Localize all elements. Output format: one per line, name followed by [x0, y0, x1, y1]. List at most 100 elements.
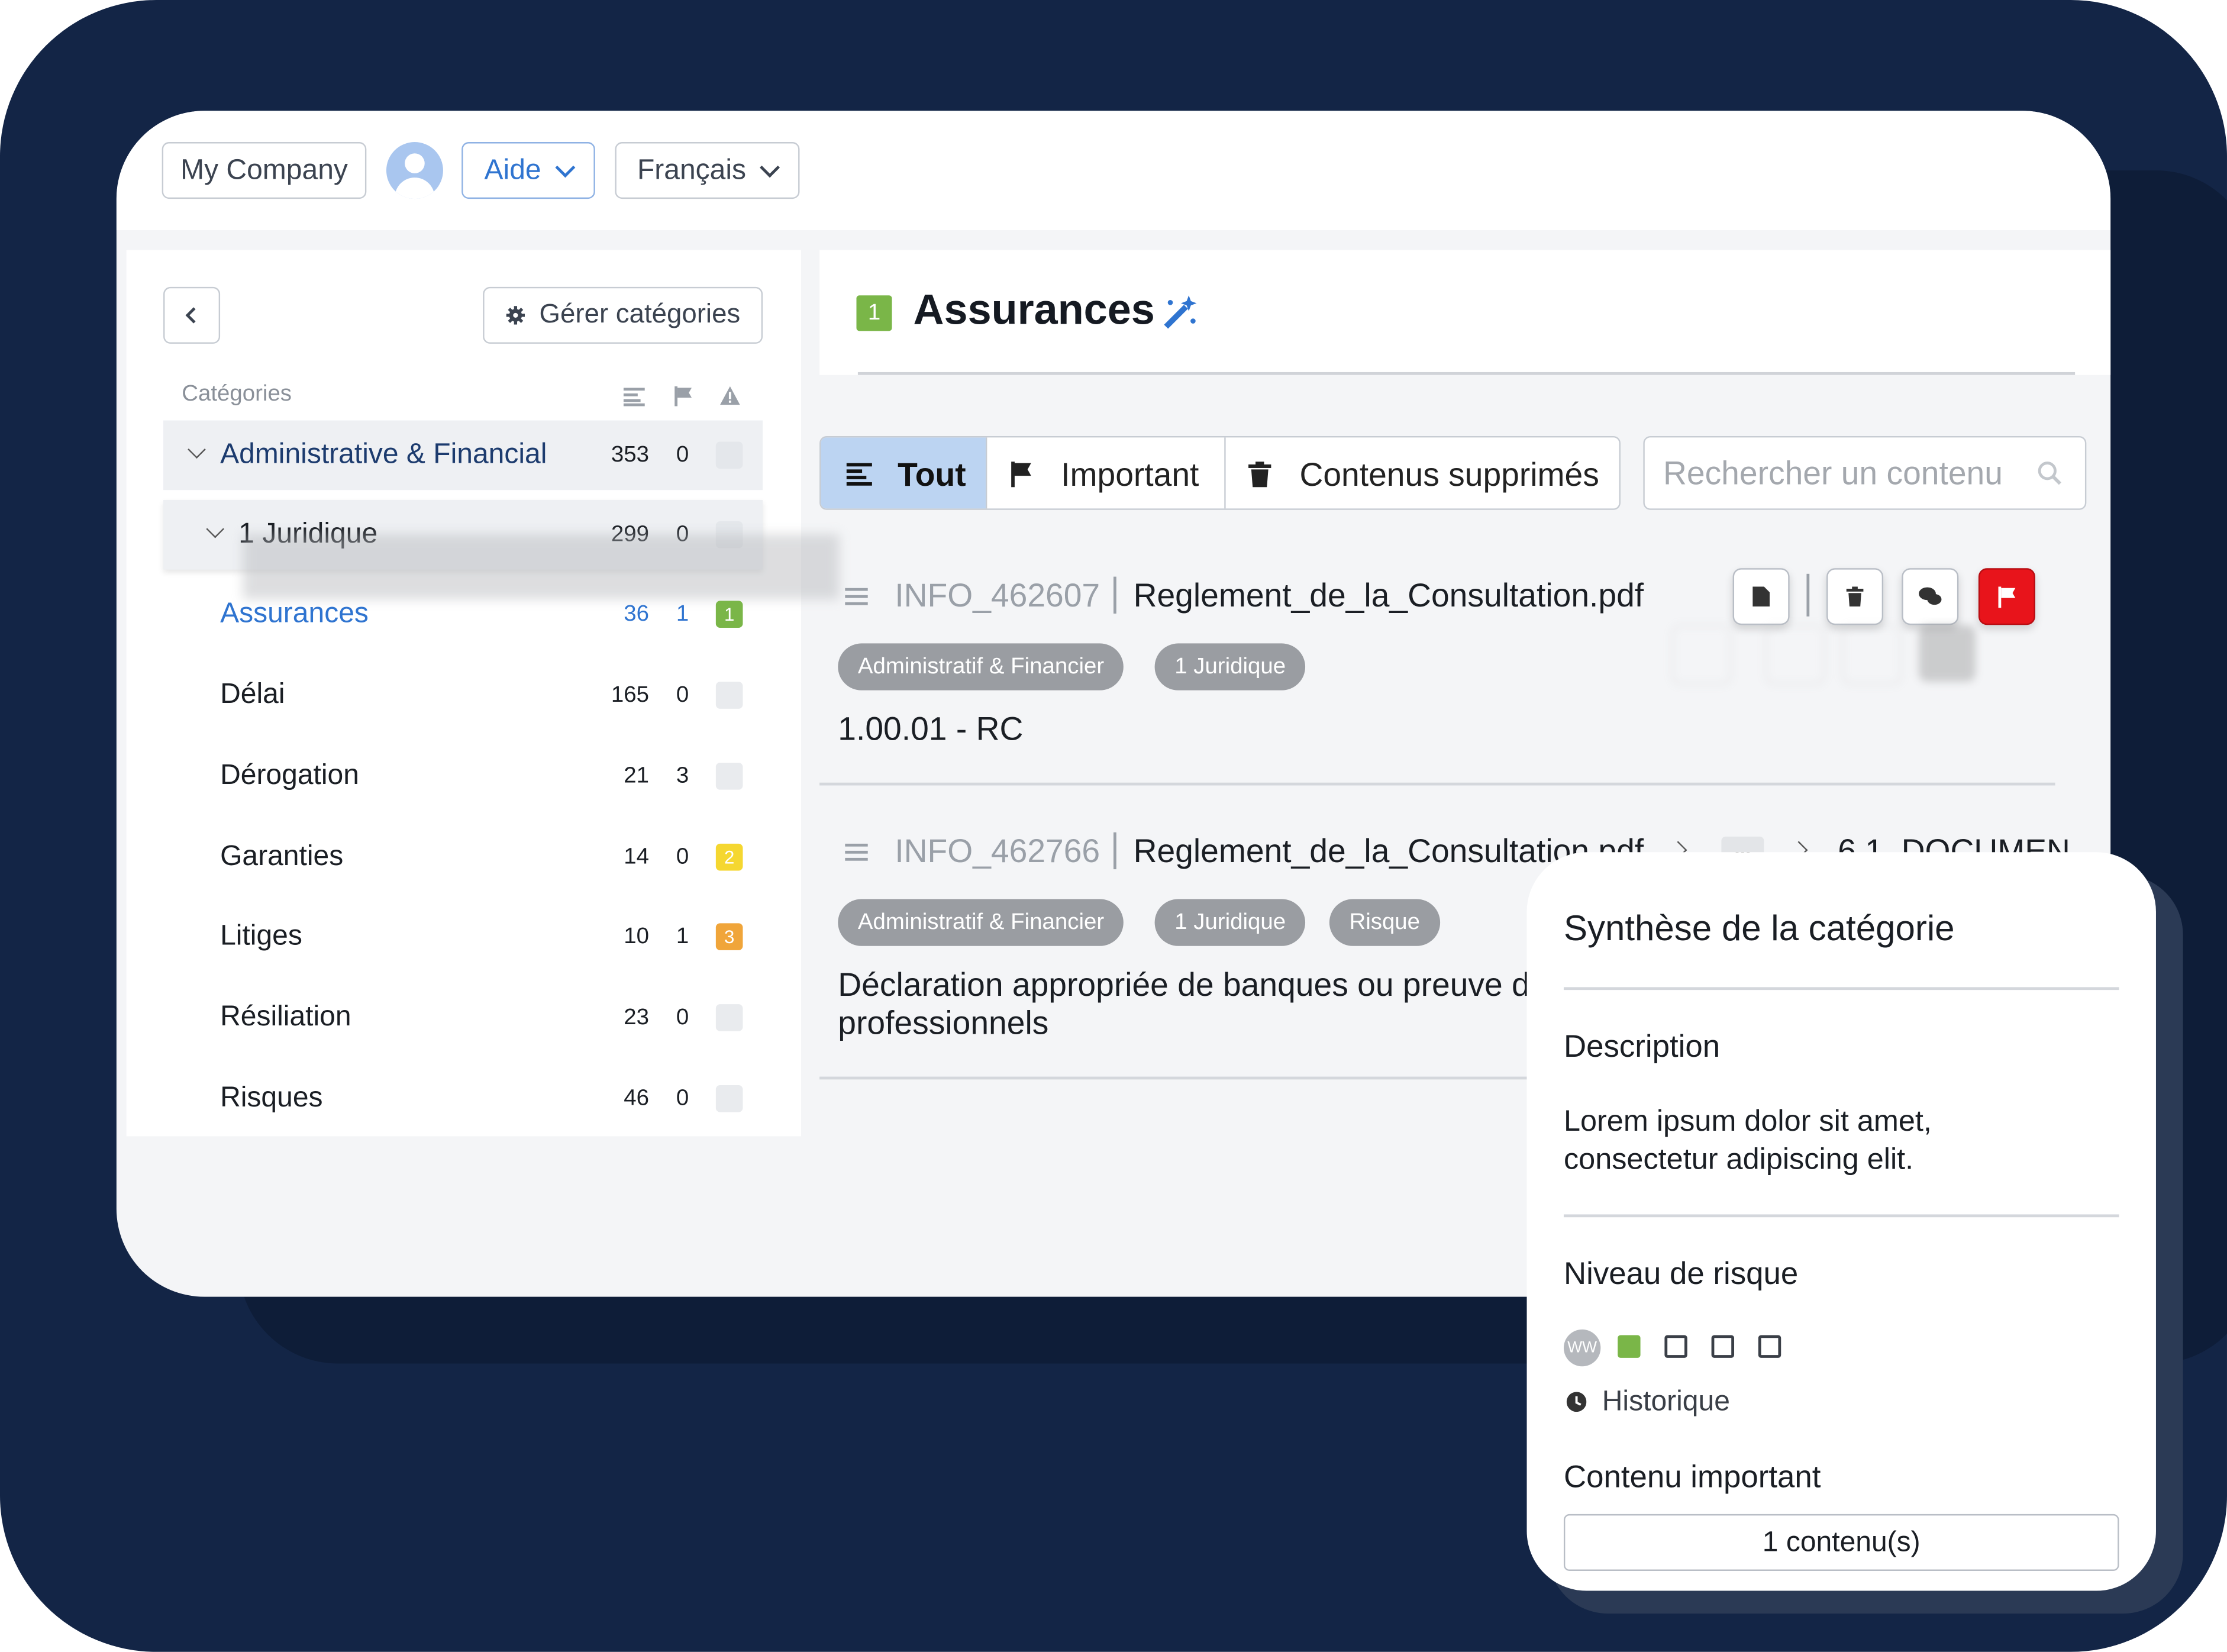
entry-divider	[819, 782, 2055, 786]
category-item[interactable]: Assurances 36 1 1	[163, 579, 763, 649]
category-flag-count: 0	[676, 682, 689, 707]
user-avatar[interactable]	[386, 142, 443, 199]
chevron-down-icon	[188, 440, 206, 459]
risk-badge: -	[715, 1004, 743, 1031]
risk-badge: 1	[715, 601, 743, 628]
tag-chip: Administratif & Financier	[838, 643, 1124, 691]
category-group-label: Administrative & Financial	[220, 438, 547, 470]
category-item[interactable]: Dérogation 21 3 -	[163, 741, 763, 811]
risk-badge: 3	[715, 923, 743, 950]
title-risk-badge: 1	[856, 295, 892, 331]
flag-icon	[674, 386, 692, 406]
risk-level-option[interactable]	[1758, 1335, 1781, 1358]
important-content-value: 1 contenu(s)	[1762, 1526, 1921, 1558]
category-item-label: Garanties	[220, 841, 344, 872]
company-selector[interactable]: My Company	[162, 142, 367, 199]
help-label: Aide	[484, 154, 541, 186]
category-item-label: Résiliation	[220, 1001, 351, 1033]
drag-handle-icon[interactable]	[845, 588, 868, 605]
avatar-body-icon	[395, 178, 435, 199]
flag-button[interactable]	[1978, 568, 2035, 625]
category-item-label: Dérogation	[220, 760, 359, 792]
document-button[interactable]	[1732, 568, 1790, 625]
category-flag-count: 0	[676, 1005, 689, 1030]
list-icon	[846, 463, 872, 486]
tab-important[interactable]: Important	[985, 437, 1226, 509]
search-input[interactable]: Rechercher un contenu	[1643, 435, 2087, 510]
risk-level-option[interactable]	[1618, 1335, 1641, 1358]
help-dropdown[interactable]: Aide	[461, 142, 595, 199]
description-line2: consectetur adipiscing elit.	[1563, 1143, 1914, 1176]
category-flag-count: 0	[676, 442, 689, 467]
category-flag-count: 0	[676, 844, 689, 869]
tab-all-label: Tout	[898, 455, 966, 492]
category-count: 46	[624, 1086, 650, 1110]
risk-author-avatar: WW	[1563, 1329, 1601, 1367]
chevron-down-icon	[760, 157, 780, 178]
history-link[interactable]: Historique	[1602, 1386, 1730, 1419]
tab-deleted[interactable]: Contenus supprimés	[1224, 437, 1619, 509]
back-button[interactable]	[163, 286, 221, 344]
category-item-label: Délai	[220, 679, 285, 711]
category-sidebar: Gérer catégories Catégories Administrati…	[126, 250, 840, 1137]
clock-icon	[1566, 1392, 1587, 1412]
delete-button[interactable]	[1826, 568, 1884, 625]
category-flag-count: 1	[676, 924, 689, 948]
risk-badge	[715, 441, 743, 469]
drag-handle-icon[interactable]	[845, 843, 868, 861]
category-item[interactable]: Résiliation 23 0 -	[163, 983, 763, 1053]
category-count: 14	[624, 844, 650, 869]
divider	[1563, 1214, 2119, 1217]
trash-icon	[1248, 462, 1271, 488]
divider	[1563, 987, 2119, 989]
manage-categories-button[interactable]: Gérer catégories	[483, 286, 763, 344]
trash-icon	[1846, 586, 1864, 607]
category-item[interactable]: Litiges 10 1 3	[163, 902, 763, 972]
warning-icon	[720, 386, 740, 405]
category-item-label: Litiges	[220, 920, 302, 952]
avatar-head-icon	[405, 153, 425, 173]
description-label: Description	[1563, 1028, 1721, 1064]
category-item[interactable]: Risques 46 0 -	[163, 1064, 763, 1134]
category-count: 10	[624, 924, 650, 948]
tag-chip: 1 Juridique	[1154, 643, 1306, 691]
category-group-administrative[interactable]: Administrative & Financial 353 0	[163, 420, 763, 491]
risk-badge: 2	[715, 843, 743, 871]
important-content-button[interactable]: 1 contenu(s)	[1563, 1514, 2119, 1571]
magic-wand-icon[interactable]	[1162, 294, 1199, 331]
category-count: 353	[611, 442, 650, 467]
chevron-down-icon	[206, 520, 224, 538]
manage-categories-label: Gérer catégories	[539, 299, 741, 330]
entry-text-line1: Déclaration appropriée de banques ou pre…	[838, 966, 1530, 1003]
risk-badge: -	[715, 1085, 743, 1112]
page-title: Assurances	[913, 286, 1155, 334]
tab-all[interactable]: Tout	[821, 437, 986, 509]
category-flag-count: 0	[676, 1086, 689, 1110]
entry-id: INFO_462607	[895, 576, 1100, 614]
tab-important-label: Important	[1061, 455, 1199, 492]
comments-button[interactable]	[1902, 568, 1959, 625]
document-icon	[1752, 586, 1770, 607]
tab-deleted-label: Contenus supprimés	[1299, 455, 1599, 492]
description-line1: Lorem ipsum dolor sit amet,	[1563, 1105, 1932, 1138]
content-tabs: Tout Important Contenus supprimés	[819, 435, 1621, 510]
category-item[interactable]: Délai 165 0 -	[163, 660, 763, 730]
risk-level-option[interactable]	[1664, 1335, 1687, 1358]
risk-level-option[interactable]	[1711, 1335, 1735, 1358]
top-bar: My Company Aide Français	[116, 111, 2111, 230]
flag-icon	[1011, 462, 1031, 488]
risk-badge: -	[715, 682, 743, 709]
main-header: 1 Assurances	[819, 250, 2111, 375]
tag-chip: Risque	[1329, 899, 1440, 946]
important-content-label: Contenu important	[1563, 1459, 1821, 1495]
category-item[interactable]: Garanties 14 0 2	[163, 822, 763, 892]
entry-id: INFO_462766	[895, 832, 1100, 870]
gear-icon	[506, 306, 525, 325]
category-item-label: Risques	[220, 1082, 323, 1114]
separator	[1113, 576, 1116, 614]
entry-file-link[interactable]: Reglement_de_la_Consultation.pdf	[1134, 577, 1644, 615]
risk-level-label: Niveau de risque	[1563, 1256, 1799, 1292]
search-icon	[2038, 462, 2061, 485]
separator	[1113, 832, 1116, 870]
language-dropdown[interactable]: Français	[615, 142, 800, 199]
